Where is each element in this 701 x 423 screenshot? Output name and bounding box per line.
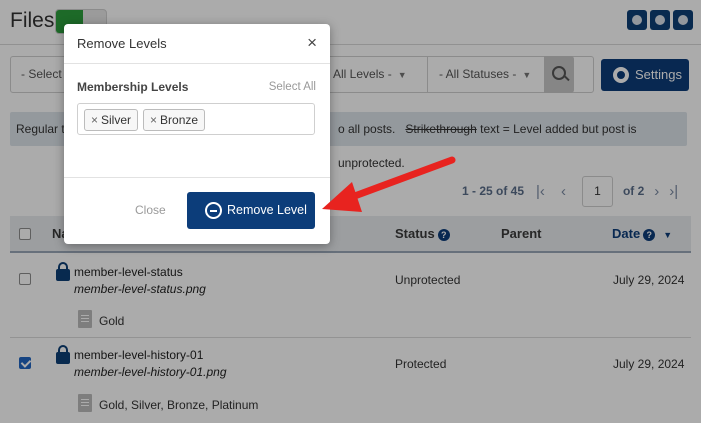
level-tag-label: Bronze (160, 113, 199, 127)
level-tag: × Bronze (143, 109, 206, 131)
modal-header-divider (64, 63, 330, 64)
modal-title: Remove Levels (77, 36, 167, 51)
level-tag: × Silver (84, 109, 139, 131)
levels-multiselect[interactable]: × Silver × Bronze (77, 103, 315, 135)
modal-footer-divider (64, 177, 330, 178)
select-all-link[interactable]: Select All (269, 81, 316, 93)
remove-levels-modal: Remove Levels × Membership Levels Select… (64, 24, 330, 244)
close-icon[interactable]: × (307, 33, 317, 53)
remove-level-button[interactable]: Remove Level (187, 192, 315, 229)
remove-level-label: Remove Level (227, 203, 307, 217)
remove-tag-icon[interactable]: × (150, 113, 157, 127)
membership-levels-label: Membership Levels (77, 80, 189, 94)
minus-circle-icon (205, 202, 222, 219)
level-tag-label: Silver (101, 113, 132, 127)
close-button[interactable]: Close (135, 203, 166, 217)
remove-tag-icon[interactable]: × (91, 113, 98, 127)
